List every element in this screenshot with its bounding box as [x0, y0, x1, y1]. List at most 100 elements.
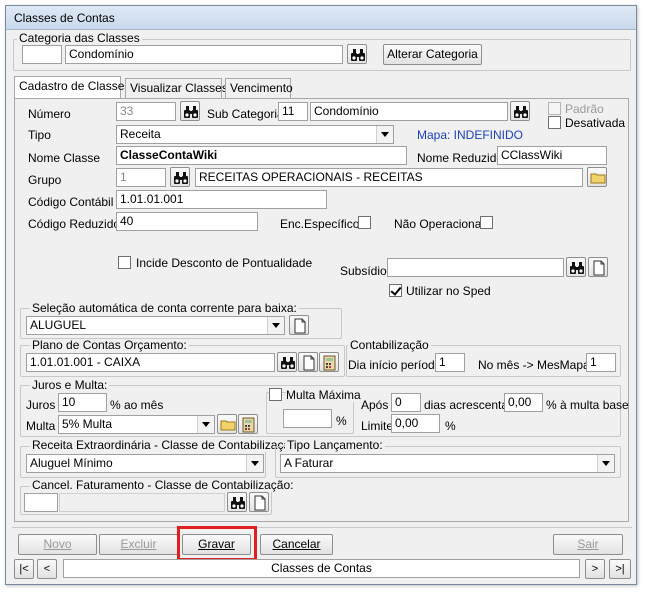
ao-mes-label: % ao mês [110, 398, 164, 412]
grupo-search-button[interactable] [170, 167, 190, 187]
enc-especifico-label: Enc.Específico [280, 217, 360, 231]
nav-first-button[interactable]: |< [14, 559, 34, 579]
dia-inicio-field[interactable]: 1 [435, 353, 465, 372]
mapa-status: Mapa: INDEFINIDO [417, 128, 524, 142]
sub-categoria-label: Sub Categoria [207, 107, 284, 121]
tipo-label: Tipo [28, 128, 51, 142]
nome-classe-field[interactable]: ClasseContaWiki [116, 146, 407, 165]
chevron-down-icon [597, 455, 614, 472]
mes-mapa-field[interactable]: 1 [586, 353, 616, 372]
desativada-label: Desativada [565, 116, 626, 130]
categoria-code-field[interactable] [22, 45, 62, 64]
grupo-name-field[interactable]: RECEITAS OPERACIONAIS - RECEITAS [195, 168, 583, 187]
selecao-value: ALUGUEL [30, 318, 87, 332]
categoria-search-button[interactable] [347, 44, 367, 64]
tipo-value: Receita [120, 127, 161, 141]
enc-especifico-checkbox[interactable] [358, 216, 371, 229]
juros-label: Juros [26, 398, 56, 412]
calculator-icon [241, 417, 257, 433]
excluir-button[interactable]: Excluir [99, 534, 178, 555]
novo-button[interactable]: Novo [18, 534, 97, 555]
desativada-checkbox[interactable] [548, 116, 561, 129]
cancel-faturamento-search-button[interactable] [227, 492, 247, 512]
tab-cadastro-de-classes[interactable]: Cadastro de Classes [14, 76, 130, 99]
classes-de-contas-window: Classes de Contas Categoria das Classes … [5, 5, 637, 585]
sub-categoria-name-field[interactable]: Condomínio [310, 102, 508, 121]
nome-reduzido-field[interactable]: CClassWiki [497, 146, 607, 165]
cancel-faturamento-new-button[interactable] [249, 492, 269, 512]
incide-desconto-checkbox[interactable] [118, 256, 131, 269]
grupo-code-field[interactable]: 1 [116, 168, 166, 187]
receita-extra-legend: Receita Extraordinária - Classe de Conta… [30, 438, 303, 452]
categoria-name-field[interactable]: Condomínio [65, 45, 343, 64]
utilizar-sped-checkbox[interactable] [389, 284, 402, 297]
binoculars-icon [350, 47, 366, 63]
nao-operacional-label: Não Operacional [394, 217, 485, 231]
limite-field[interactable]: 0,00 [391, 414, 440, 433]
nav-record-field[interactable]: Classes de Contas [63, 559, 580, 578]
padrao-checkbox[interactable] [548, 102, 561, 115]
codigo-contabil-label: Código Contábil [28, 195, 114, 209]
selecao-select[interactable]: ALUGUEL [26, 316, 285, 335]
sub-categoria-search-button[interactable] [510, 101, 530, 121]
gravar-label: Gravar [198, 537, 235, 551]
dias-acrescentar-label: dias acrescentar [424, 398, 513, 412]
apos-label: Após [361, 398, 389, 412]
novo-label: Novo [43, 537, 72, 551]
multa-select[interactable]: 5% Multa [58, 415, 215, 434]
tipo-select[interactable]: Receita [116, 125, 394, 144]
plano-calculator-button[interactable] [319, 352, 339, 372]
multa-maxima-checkbox[interactable] [269, 388, 282, 401]
multa-maxima-field[interactable] [283, 409, 332, 428]
juros-field[interactable]: 10 [58, 393, 107, 412]
receita-extra-select[interactable]: Aluguel Mínimo [26, 454, 264, 473]
multa-calculator-button[interactable] [238, 414, 258, 434]
numero-search-button[interactable] [180, 101, 200, 121]
selecao-legend: Seleção automática de conta corrente par… [30, 301, 299, 315]
codigo-contabil-field[interactable]: 1.01.01.001 [116, 190, 327, 209]
nao-operacional-checkbox[interactable] [480, 216, 493, 229]
numero-field[interactable]: 33 [116, 102, 176, 121]
plano-field[interactable]: 1.01.01.001 - CAIXA [26, 353, 275, 372]
sair-button[interactable]: Sair [553, 534, 623, 555]
chevron-down-icon [267, 317, 284, 334]
mes-mapa-label: No mês -> MesMapa+ [478, 358, 597, 372]
subsidio-field[interactable] [387, 258, 564, 277]
tab-vencimento[interactable]: Vencimento [225, 78, 293, 99]
cancelar-button[interactable]: Cancelar [260, 534, 333, 555]
cancel-faturamento-name-field[interactable] [59, 493, 225, 512]
binoculars-icon [230, 495, 246, 511]
tipo-lancamento-select[interactable]: A Faturar [280, 454, 615, 473]
selecao-new-button[interactable] [289, 315, 309, 335]
subsidio-new-button[interactable] [588, 257, 608, 277]
calculator-icon [322, 355, 338, 371]
gravar-button[interactable]: Gravar [182, 534, 251, 555]
binoculars-icon [513, 104, 529, 120]
multa-folder-button[interactable] [217, 414, 237, 434]
multa-label: Multa [26, 419, 56, 433]
nav-next-button[interactable]: > [585, 559, 605, 579]
sub-categoria-code-field[interactable]: 11 [278, 102, 308, 121]
plano-search-button[interactable] [277, 352, 297, 372]
apos-field[interactable]: 0 [391, 393, 421, 412]
tipo-lancamento-value: A Faturar [284, 456, 334, 470]
numero-label: Número [28, 107, 71, 121]
cancelar-label: Cancelar [272, 537, 321, 551]
nome-classe-label: Nome Classe [28, 151, 101, 165]
new-document-icon [252, 495, 268, 511]
nav-last-button[interactable]: >| [609, 559, 631, 579]
new-document-icon [591, 260, 607, 276]
alterar-categoria-button[interactable]: Alterar Categoria [383, 44, 482, 65]
folder-icon [220, 417, 236, 433]
grupo-label: Grupo [28, 173, 62, 187]
categoria-legend: Categoria das Classes [17, 31, 142, 45]
plano-new-button[interactable] [298, 352, 318, 372]
grupo-folder-button[interactable] [587, 167, 607, 187]
title-bar: Classes de Contas [6, 6, 636, 30]
codigo-reduzido-field[interactable]: 40 [116, 212, 258, 231]
tab-visualizar-classes[interactable]: Visualizar Classes [125, 78, 228, 99]
acrescentar-field[interactable]: 0,00 [504, 393, 543, 412]
nav-prev-button[interactable]: < [37, 559, 57, 579]
subsidio-search-button[interactable] [566, 257, 586, 277]
cancel-faturamento-field[interactable] [24, 493, 58, 512]
